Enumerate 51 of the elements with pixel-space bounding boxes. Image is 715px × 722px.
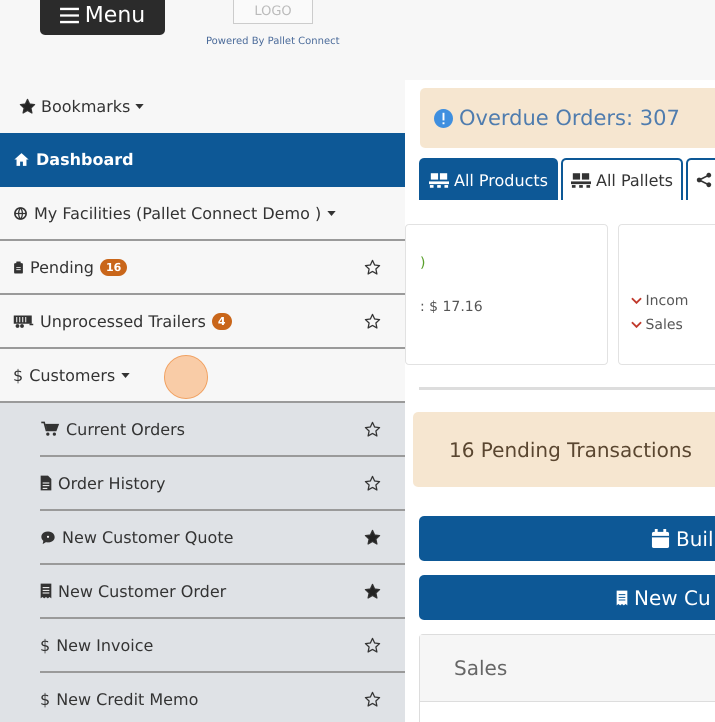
dollar-icon: $ (13, 366, 24, 384)
globe-icon (13, 206, 28, 220)
count-badge: 4 (212, 312, 232, 330)
metric-label: Sales (646, 317, 683, 333)
share-icon (696, 172, 712, 188)
panel-title: Sales (420, 635, 715, 702)
overdue-orders-text: Overdue Orders: 307 (459, 106, 680, 130)
receipt-icon (40, 583, 52, 599)
action-button[interactable]: New Cu (419, 575, 715, 620)
caret-icon (327, 210, 336, 216)
bookmark-star[interactable] (364, 312, 381, 330)
tab[interactable] (686, 158, 715, 200)
tab[interactable]: All Pallets (561, 158, 684, 200)
document-icon (40, 475, 52, 491)
menu-button[interactable]: Menu (40, 0, 165, 35)
calendar-icon (651, 528, 670, 549)
dollar-icon: $ (40, 636, 50, 654)
menu-icon (60, 7, 79, 24)
bookmark-star[interactable] (364, 582, 381, 600)
nav-item[interactable]: Dashboard (0, 133, 405, 187)
pallet-icon (429, 172, 449, 188)
pallet-icon (571, 172, 592, 188)
tab[interactable]: All Products (419, 158, 558, 200)
bookmark-star[interactable] (364, 636, 381, 654)
pending-transactions-banner[interactable]: 16 Pending Transactions (413, 412, 715, 487)
bookmark-star[interactable] (364, 258, 381, 276)
bookmark-star[interactable] (364, 690, 381, 708)
bookmark-star[interactable] (364, 420, 381, 438)
status-text: ) (420, 255, 426, 271)
caret-icon (135, 104, 144, 109)
bookmark-star[interactable] (364, 528, 381, 546)
amount-text: : $ 17.16 (420, 299, 483, 315)
count-badge: 16 (100, 258, 128, 276)
info-icon (434, 108, 453, 128)
filled-star-icon (19, 98, 36, 115)
metric-label: Incom (646, 293, 688, 309)
powered-by-text: Powered By Pallet Connect (206, 36, 340, 47)
caret-icon (121, 372, 130, 378)
bookmark-star[interactable] (364, 474, 381, 492)
chevron-down-icon (630, 321, 642, 329)
action-button[interactable]: Buil (419, 516, 715, 561)
speech-bubble-icon (40, 530, 56, 544)
cart-icon (40, 421, 60, 437)
receipt-icon (616, 590, 628, 606)
dollar-icon: $ (40, 690, 50, 708)
bookmarks-dropdown[interactable]: Bookmarks (19, 97, 144, 116)
trailer-icon (13, 314, 34, 328)
company-logo: LOGO (233, 0, 313, 24)
clipboard-icon (13, 260, 24, 274)
chevron-down-icon (630, 297, 642, 305)
home-icon (13, 150, 30, 168)
